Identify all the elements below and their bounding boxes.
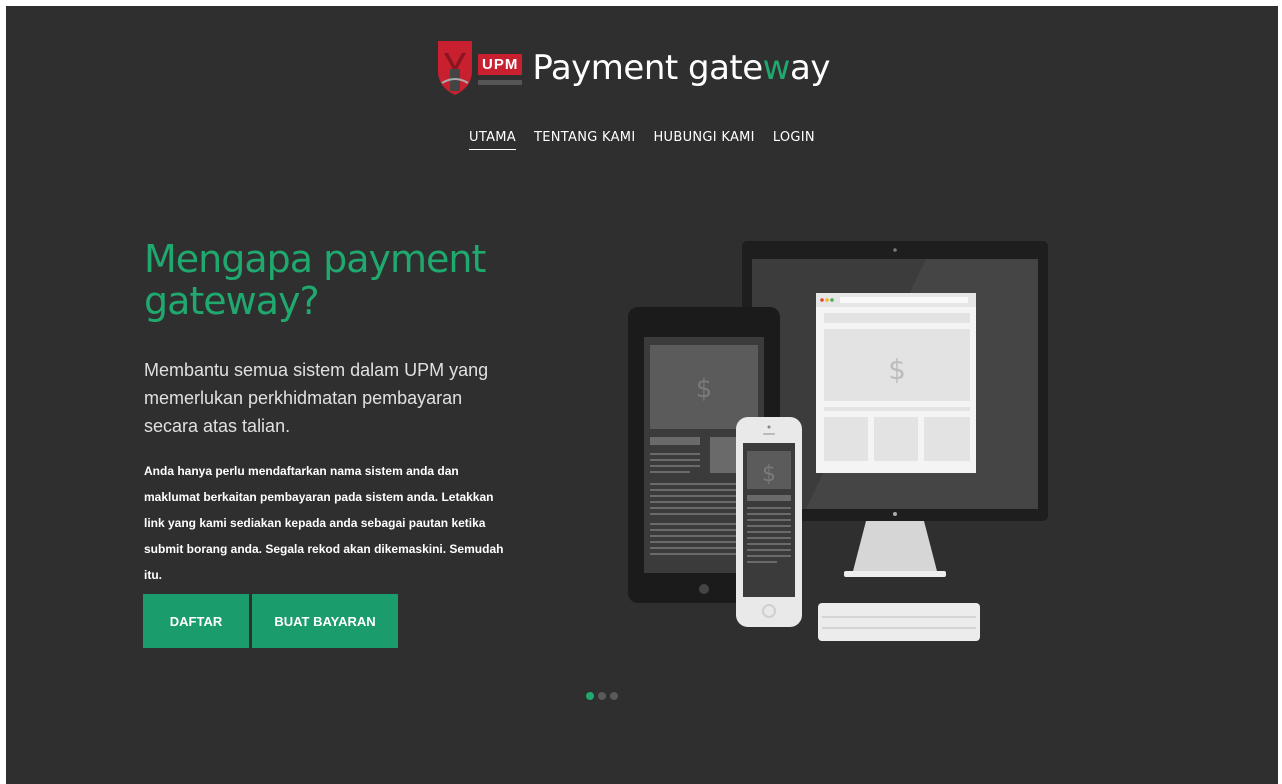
carousel-dot-3[interactable] <box>610 692 618 700</box>
nav-item-tentang-kami[interactable]: TENTANG KAMI <box>534 130 635 150</box>
hero-section: UPM Payment gateway UTAMA TENTANG KAMI H… <box>6 6 1278 784</box>
hero-lead: Membantu semua sistem dalam UPM yang mem… <box>144 360 489 436</box>
carousel-dot-1[interactable] <box>586 692 594 700</box>
carousel-dot-2[interactable] <box>598 692 606 700</box>
nav-item-hubungi-kami[interactable]: HUBUNGI KAMI <box>653 130 754 150</box>
dollar-icon: $ <box>762 462 776 487</box>
hero-body: Anda hanya perlu mendaftarkan nama siste… <box>144 464 504 582</box>
main-nav: UTAMA TENTANG KAMI HUBUNGI KAMI LOGIN <box>6 130 1278 150</box>
dollar-icon: $ <box>696 374 713 404</box>
monitor-stand <box>852 521 938 575</box>
make-payment-button[interactable]: BUAT BAYARAN <box>252 594 398 648</box>
carousel-indicators <box>586 692 618 700</box>
dollar-icon: $ <box>888 353 906 386</box>
keyboard <box>818 603 980 641</box>
nav-item-login[interactable]: LOGIN <box>773 130 815 150</box>
register-button[interactable]: DAFTAR <box>143 594 249 648</box>
upm-badge: UPM <box>478 53 523 85</box>
nav-item-utama[interactable]: UTAMA <box>469 130 516 150</box>
site-logo[interactable]: UPM Payment gateway <box>436 36 830 100</box>
site-title: Payment gateway <box>532 48 830 88</box>
upm-shield-logo <box>438 41 472 95</box>
hero-headline: Mengapa payment gateway? <box>144 237 486 323</box>
devices-illustration: $ $ $ <box>628 241 1048 641</box>
